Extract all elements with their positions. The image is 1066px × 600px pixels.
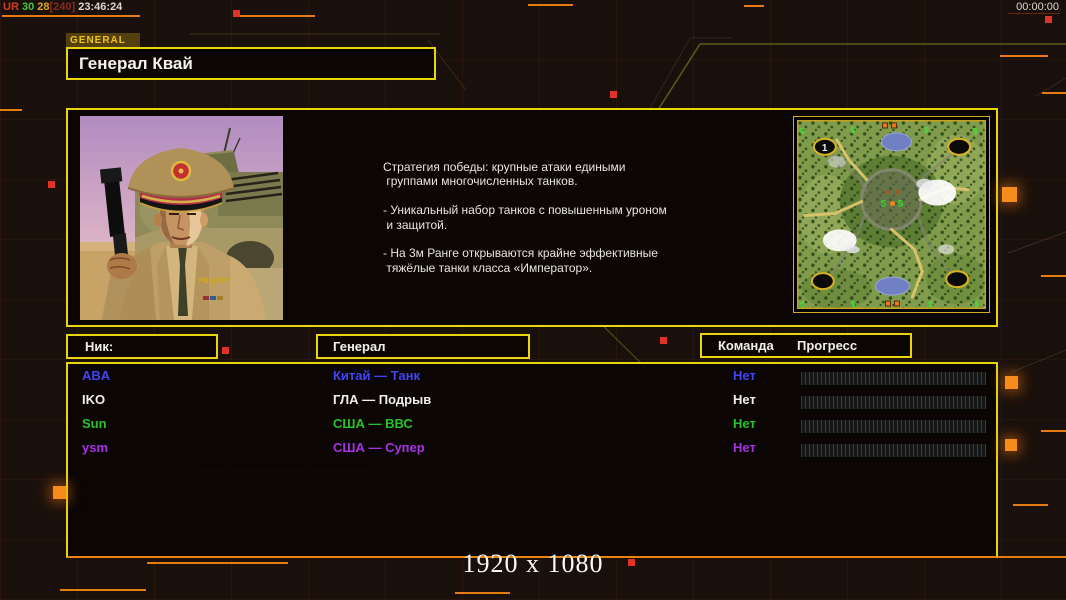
lake-north [881, 132, 912, 152]
deco-line [455, 592, 510, 594]
player-team: Нет [733, 392, 756, 407]
player-list-panel: ABA Китай — Танк Нет IKO ГЛА — Подрыв Не… [66, 362, 998, 558]
svg-text:$: $ [924, 126, 929, 135]
player-row: ysm США — Супер Нет [68, 439, 996, 463]
resolution-label: 1920 x 1080 [462, 549, 604, 578]
deco-line [1008, 13, 1060, 14]
player-team: Нет [733, 440, 756, 455]
debug-v2: 28 [37, 1, 50, 13]
svg-text:S: S [897, 199, 903, 209]
debug-v1: 30 [21, 1, 35, 13]
deco-line [744, 5, 764, 7]
player-general: США — ВВС [333, 416, 413, 431]
svg-text:$: $ [973, 127, 978, 136]
debug-v3: [240] [49, 1, 76, 13]
deco-orange-square [1005, 376, 1018, 389]
minimap: 1 $ $ $ $ $ $ $ $ S S [793, 116, 990, 313]
player-general: ГЛА — Подрыв [333, 392, 432, 407]
debug-stats-text: UR 30 28[240] 23:46:24 [3, 1, 122, 13]
deco-red-square [1045, 16, 1052, 23]
deco-line [0, 109, 22, 111]
player-team: Нет [733, 416, 756, 431]
deco-line [1041, 275, 1066, 277]
lake-south [875, 276, 910, 296]
column-label-team: Команда [718, 338, 774, 353]
debug-ur: UR [3, 1, 19, 13]
column-label-progress: Прогресс [797, 338, 858, 353]
deco-red-square [610, 91, 617, 98]
medal-ribbons [203, 296, 223, 300]
deco-line [1042, 92, 1066, 94]
svg-text:$: $ [851, 126, 856, 135]
tab-general: GENERAL [66, 33, 140, 48]
page-title: Генерал Квай [79, 54, 193, 73]
svg-text:S: S [881, 199, 887, 209]
progress-bar [800, 371, 987, 386]
deco-orange-square [53, 486, 66, 499]
progress-bar [800, 419, 987, 434]
player-row: Sun США — ВВС Нет [68, 415, 996, 439]
match-timer: 00:00:00 [1016, 1, 1059, 13]
column-header-general: Генерал [316, 334, 530, 359]
deco-red-square [48, 181, 55, 188]
deco-line [2, 15, 140, 17]
player-name: IKO [82, 392, 106, 407]
column-label-nick: Ник: [85, 339, 114, 354]
deco-red-square [233, 10, 240, 17]
deco-line [1041, 430, 1066, 432]
progress-bar [800, 395, 987, 410]
deco-line [233, 15, 315, 17]
deco-red-square [222, 347, 229, 354]
column-header-team-progress: Команда Прогресс [700, 333, 912, 358]
start-position-1-label: 1 [822, 143, 828, 154]
column-label-general: Генерал [333, 339, 386, 354]
general-title-box: Генерал Квай [66, 47, 436, 80]
general-info-panel: Стратегия победы: крупные атаки едиными … [66, 108, 998, 327]
deco-line [1013, 504, 1048, 506]
player-team: Нет [733, 368, 756, 383]
general-portrait [80, 116, 283, 320]
deco-orange-square [1005, 439, 1017, 451]
general-description: Стратегия победы: крупные атаки едиными … [383, 160, 667, 275]
player-name: Sun [82, 416, 107, 431]
player-general: США — Супер [333, 440, 425, 455]
player-name: ABA [82, 368, 111, 383]
debug-time: 23:46:24 [78, 1, 123, 13]
progress-bar [800, 443, 987, 458]
player-general: Китай — Танк [333, 368, 420, 383]
deco-red-square [660, 337, 667, 344]
column-header-nick: Ник: [66, 334, 218, 359]
game-screen: UR 30 28[240] 23:46:24 00:00:00 GENERAL … [0, 0, 1066, 600]
deco-orange-square [1002, 187, 1017, 202]
deco-line [1000, 55, 1048, 57]
minimap-image: 1 $ $ $ $ $ $ $ $ S S [796, 119, 987, 309]
player-row: ABA Китай — Танк Нет [68, 367, 996, 391]
deco-line [60, 589, 146, 591]
svg-text:$: $ [800, 127, 805, 136]
player-name: ysm [82, 440, 109, 455]
player-row: IKO ГЛА — Подрыв Нет [68, 391, 996, 415]
deco-line [528, 4, 573, 6]
general-portrait-image [80, 116, 283, 320]
